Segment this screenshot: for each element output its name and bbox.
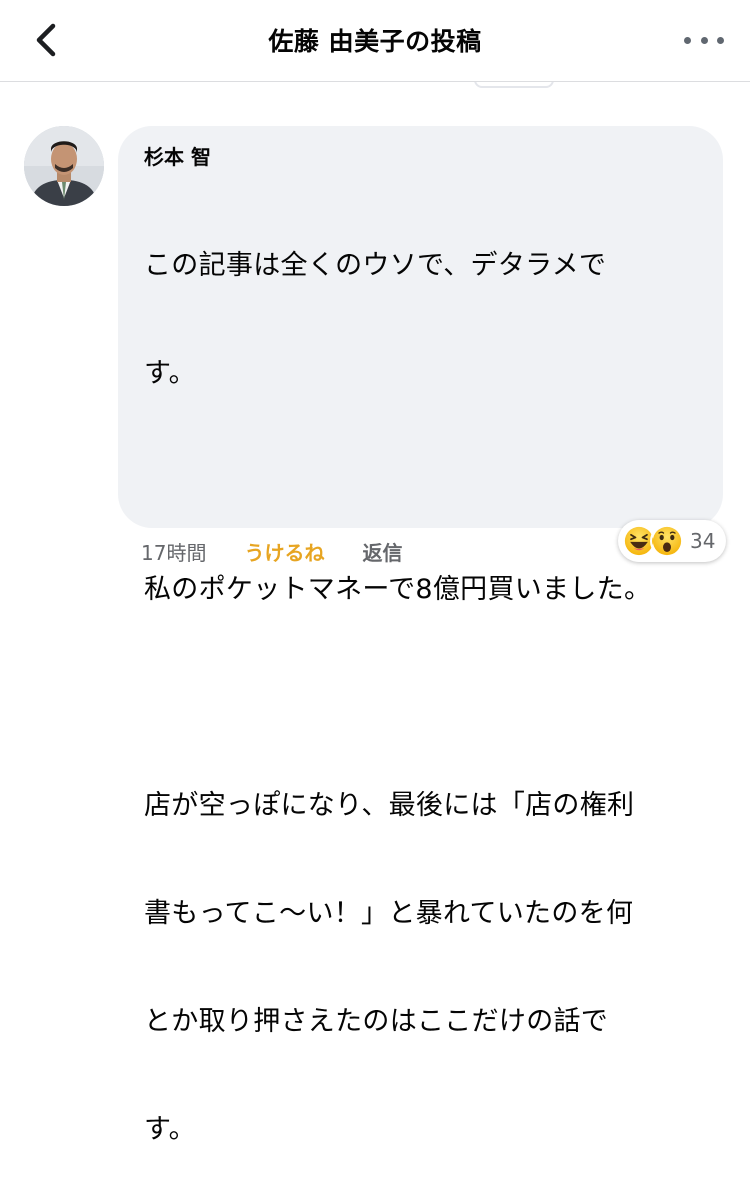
avatar[interactable]: [24, 126, 104, 206]
comment-line: 私のポケットマネーで8億円買いました。: [144, 574, 652, 605]
comment-bubble[interactable]: 杉本 智 この記事は全くのウソで、デタラメで す。 私のポケットマネーで8億円買…: [118, 126, 723, 1145]
comment-line: 店が空っぽになり、最後には「店の権利: [144, 790, 635, 821]
top-bar: 佐藤 由美子の投稿: [0, 0, 750, 82]
profile-photo-icon: [24, 126, 104, 206]
comment-line: この記事は全くのウソで、デタラメで: [144, 250, 607, 281]
more-dot: [717, 36, 724, 44]
comment-actions: 17時間 うけるね 返信: [141, 536, 402, 566]
previous-reaction-pill: [474, 82, 554, 88]
more-dot: [700, 36, 708, 44]
comment-line: 書もってこ〜い！」と暴れていたのを何: [144, 898, 634, 929]
more-options-button[interactable]: [684, 28, 724, 52]
more-horizontal-icon: [684, 36, 691, 44]
comment-author[interactable]: 杉本 智: [144, 144, 697, 170]
comment-line: す。: [144, 358, 196, 389]
comment-text: この記事は全くのウソで、デタラメで す。 私のポケットマネーで8億円買いました。…: [144, 176, 697, 1186]
page-title: 佐藤 由美子の投稿: [268, 27, 482, 56]
like-button[interactable]: うけるね: [244, 537, 324, 566]
reaction-summary[interactable]: 34: [618, 520, 726, 562]
previous-content-edge: [0, 82, 750, 94]
comment-line: とか取り押さえたのはここだけの話で: [144, 1006, 609, 1037]
wow-emoji-icon: [650, 524, 684, 558]
comment-timestamp[interactable]: 17時間: [141, 537, 206, 566]
reaction-count: 34: [690, 529, 716, 553]
comment-line: す。: [144, 1114, 196, 1145]
reply-button[interactable]: 返信: [362, 537, 402, 566]
